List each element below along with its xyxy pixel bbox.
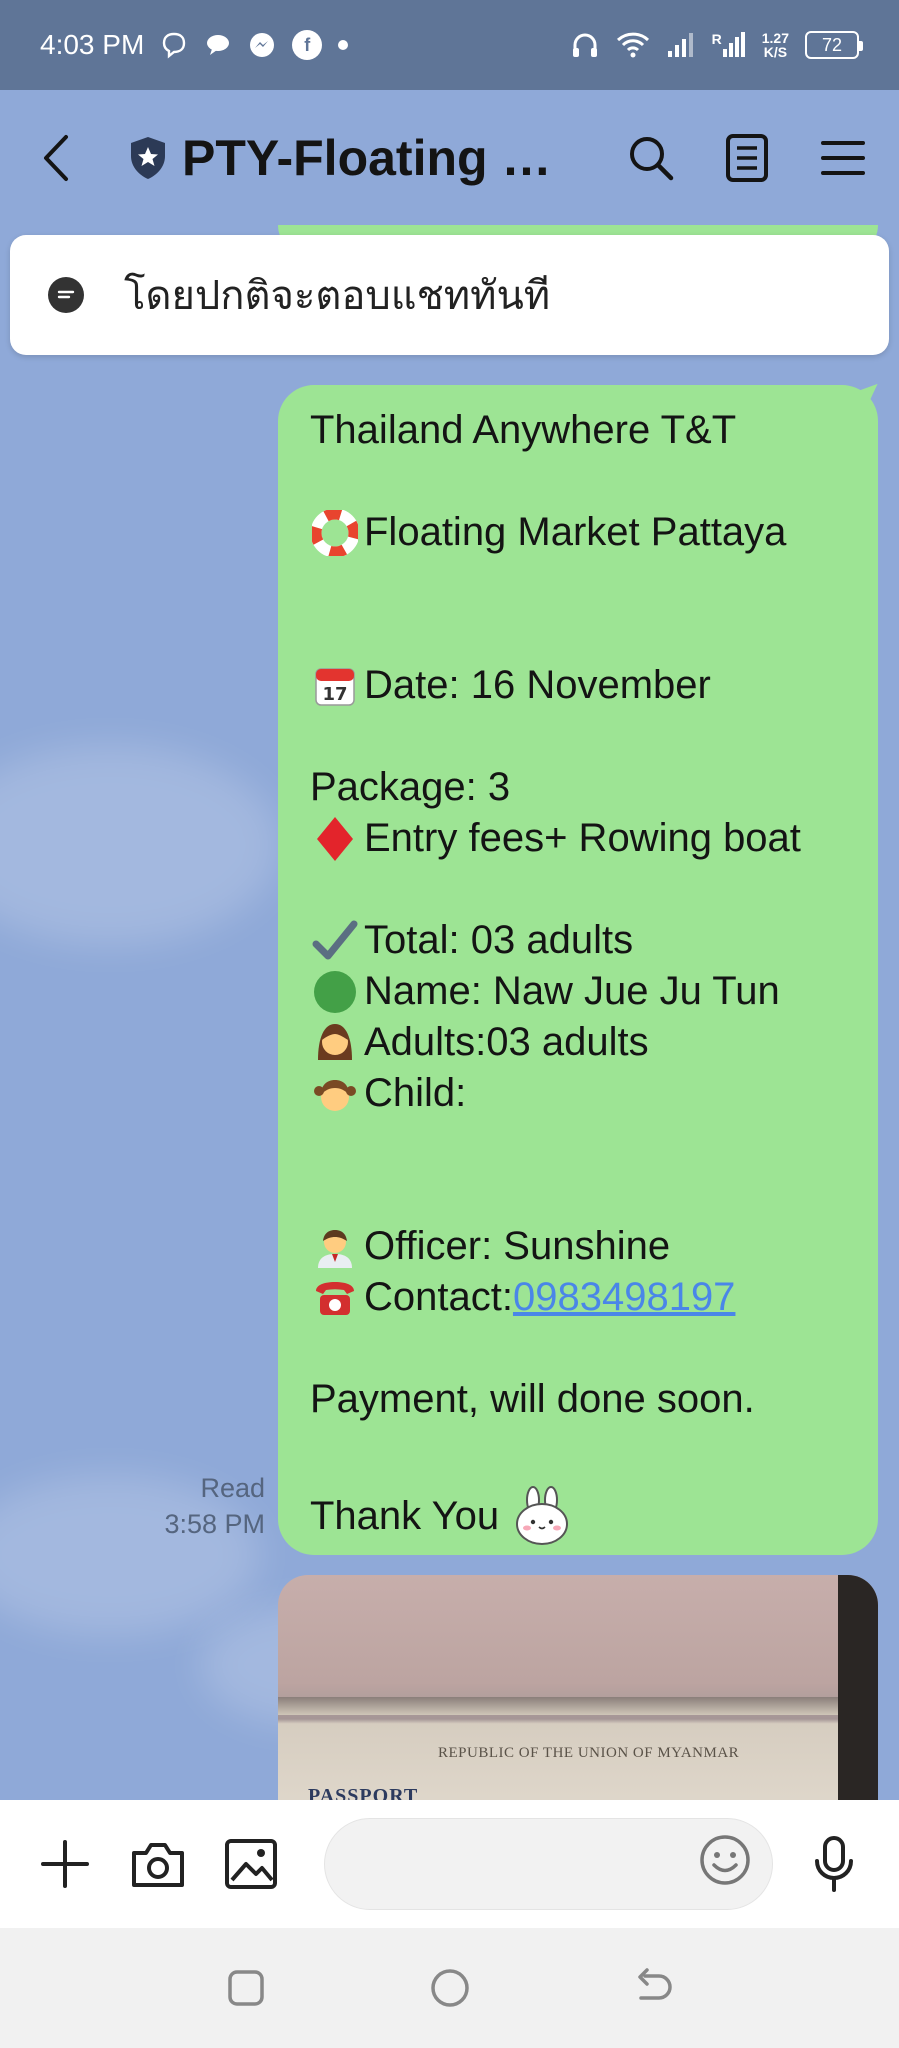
shield-star-icon (128, 135, 168, 181)
message-line-blank (310, 711, 848, 762)
notes-icon[interactable] (721, 132, 773, 184)
microphone-icon[interactable] (807, 1836, 861, 1892)
status-time: 4:03 PM (40, 29, 145, 60)
signal-icon (666, 31, 696, 59)
notice-text: โดยปกติจะตอบแชททันที (124, 273, 551, 319)
signal-r-icon: R (712, 31, 746, 59)
message-line-blank (310, 1323, 848, 1374)
message-line-officer: Officer: Sunshine (310, 1221, 848, 1272)
message-line-company: Thailand Anywhere T&T (310, 408, 737, 452)
battery-icon: 72 (805, 31, 863, 59)
messenger-icon (248, 31, 276, 59)
search-icon[interactable] (625, 132, 677, 184)
message-line-blank (310, 1170, 848, 1221)
contact-phone-link[interactable]: 0983498197 (513, 1272, 735, 1323)
photo-dark-edge (838, 1575, 878, 1800)
passport-photo-message[interactable]: REPUBLIC OF THE UNION OF MYANMAR PASSPOR… (278, 1575, 878, 1800)
status-right: R 1.27 K/S 72 (570, 30, 863, 60)
passport-fold (278, 1697, 838, 1715)
green-circle-icon (310, 967, 360, 1017)
message-bubble[interactable]: Thailand Anywhere T&T Floating Market Pa… (278, 385, 878, 1555)
menu-icon[interactable] (817, 132, 869, 184)
facebook-icon: f (292, 30, 323, 60)
message-line-total: Total: 03 adults (310, 915, 848, 966)
status-left: 4:03 PM f (40, 29, 349, 61)
wifi-icon (616, 31, 650, 59)
message-input[interactable] (323, 1818, 774, 1910)
svg-text:17: 17 (322, 684, 347, 705)
chat-area[interactable]: โดยปกติจะตอบแชททันที Thailand Anywhere T… (0, 225, 899, 1800)
message-line-child: Child: (310, 1068, 848, 1119)
message-line-payment: Payment, will done soon. (310, 1377, 755, 1421)
bunny-sticker-icon (513, 1486, 571, 1546)
check-mark-icon (310, 916, 360, 966)
viber-icon (160, 31, 188, 59)
image-icon[interactable] (224, 1836, 278, 1892)
message-line-blank (310, 864, 848, 915)
message-line-market: Floating Market Pattaya (310, 507, 848, 558)
message-line-blank (310, 609, 848, 660)
network-speed: 1.27 K/S (761, 30, 789, 60)
message-line-package: Package: 3 (310, 765, 511, 809)
woman-icon (310, 1018, 360, 1068)
auto-reply-notice[interactable]: โดยปกติจะตอบแชททันที (10, 235, 889, 355)
message-time: 3:58 PM (164, 1509, 265, 1539)
passport-label: PASSPORT (308, 1785, 419, 1800)
read-receipt: Read 3:58 PM (150, 1470, 265, 1542)
red-diamond-icon (310, 814, 360, 864)
passport-caption: REPUBLIC OF THE UNION OF MYANMAR (438, 1745, 740, 1761)
system-nav-bar (0, 1928, 899, 2048)
chat-title[interactable]: PTY-Floating m... (182, 129, 582, 187)
plus-icon[interactable] (38, 1836, 92, 1892)
back-icon[interactable] (632, 1966, 676, 2010)
status-bar: 4:03 PM f R 1.27 K/S 72 (0, 0, 899, 90)
chat-icon (204, 31, 232, 59)
camera-icon[interactable] (130, 1836, 186, 1892)
message-line-name: Name: Naw Jue Ju Tun (310, 966, 848, 1017)
message-line-blank (310, 1425, 848, 1476)
message-line-fees: Entry fees+ Rowing boat (310, 813, 848, 864)
message-line-thanks: Thank You (310, 1476, 848, 1556)
speech-bubble-icon (48, 277, 84, 313)
header-actions (625, 132, 869, 184)
back-arrow-icon[interactable] (40, 128, 90, 188)
message-line-date: 17 Date: 16 November (310, 660, 848, 711)
girl-icon (310, 1069, 360, 1119)
emoji-icon[interactable] (698, 1833, 752, 1895)
message-input-bar (0, 1800, 899, 1928)
dot-icon (338, 40, 349, 50)
background-cloud (0, 745, 280, 945)
message-line-blank (310, 456, 848, 507)
calendar-icon: 17 (310, 661, 360, 711)
telephone-icon (310, 1273, 360, 1323)
lifebuoy-icon (310, 508, 360, 558)
message-line-blank (310, 558, 848, 609)
message-line-blank (310, 1119, 848, 1170)
read-label: Read (200, 1473, 265, 1503)
chat-header: PTY-Floating m... (0, 90, 899, 225)
officer-icon (310, 1222, 360, 1272)
headphones-icon (570, 30, 600, 60)
message-line-contact: Contact: 0983498197 (310, 1272, 848, 1323)
home-icon[interactable] (428, 1966, 472, 2010)
message-line-adults: Adults:03 adults (310, 1017, 848, 1068)
recent-apps-icon[interactable] (224, 1966, 268, 2010)
